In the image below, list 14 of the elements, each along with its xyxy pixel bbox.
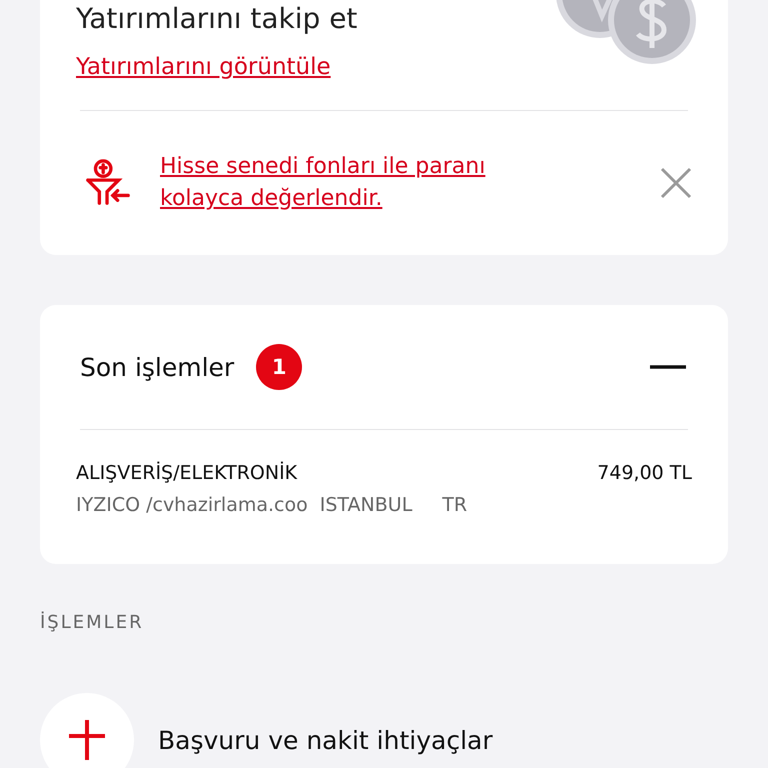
transaction-amount: 749,00 TL	[597, 462, 692, 484]
section-label: İŞLEMLER	[40, 612, 145, 633]
view-investments-link[interactable]: Yatırımlarını görüntüle	[76, 54, 331, 80]
merchant-name: IYZICO /cvhazirlama.coo	[76, 494, 308, 516]
funnel-icon	[84, 159, 132, 207]
close-icon[interactable]	[660, 167, 692, 199]
count-badge: 1	[256, 344, 302, 390]
promo-link[interactable]: Hisse senedi fonları ile paranı kolayca değerlendir.	[160, 151, 560, 215]
merchant-city: ISTANBUL	[320, 494, 412, 516]
merchant-country: TR	[442, 494, 468, 516]
action-label[interactable]: Başvuru ve nakit ihtiyaçlar	[158, 726, 493, 754]
transaction-category: ALIŞVERİŞ/ELEKTRONİK	[76, 462, 298, 484]
card-title: Yatırımlarını takip et	[76, 2, 358, 36]
section-heading: Son işlemler	[80, 352, 234, 382]
